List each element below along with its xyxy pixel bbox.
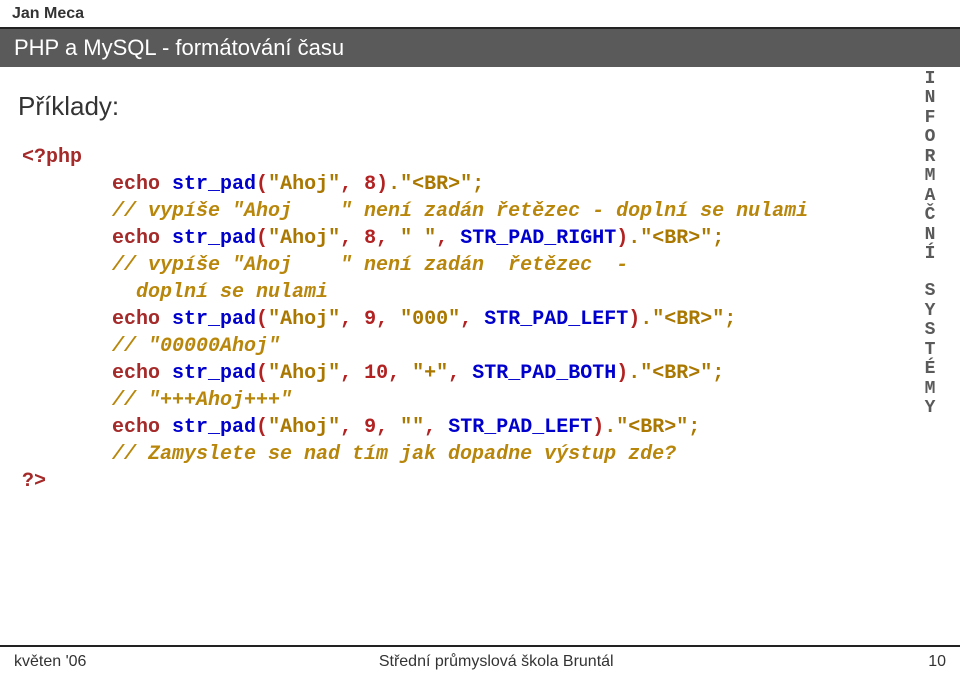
footer-school: Střední průmyslová škola Bruntál xyxy=(86,653,906,671)
code-string: ."<BR>"; xyxy=(388,173,484,196)
code-keyword: echo xyxy=(112,416,160,439)
code-punct: , xyxy=(460,308,472,331)
code-comment: // vypíše "Ahoj " není zadán řetězec - d… xyxy=(112,200,808,223)
code-const: STR_PAD_BOTH xyxy=(472,362,616,385)
code-comment: // Zamyslete se nad tím jak dopadne výst… xyxy=(112,443,676,466)
code-string: "Ahoj" xyxy=(268,308,340,331)
code-keyword: echo xyxy=(112,308,160,331)
code-const: STR_PAD_LEFT xyxy=(448,416,592,439)
code-punct: , xyxy=(340,362,352,385)
code-const: STR_PAD_LEFT xyxy=(484,308,628,331)
code-string: "Ahoj" xyxy=(268,173,340,196)
code-punct: ) xyxy=(592,416,604,439)
code-punct: ( xyxy=(256,362,268,385)
code-punct: , xyxy=(340,173,352,196)
code-punct: , xyxy=(340,308,352,331)
code-keyword: <?php xyxy=(22,146,82,169)
code-punct: , xyxy=(376,416,388,439)
code-func: str_pad xyxy=(172,173,256,196)
code-punct: , xyxy=(340,416,352,439)
code-number: 10 xyxy=(364,362,388,385)
code-string: "Ahoj" xyxy=(268,227,340,250)
code-string: "000" xyxy=(400,308,460,331)
code-func: str_pad xyxy=(172,362,256,385)
code-const: STR_PAD_RIGHT xyxy=(460,227,616,250)
code-string: ."<BR>"; xyxy=(628,227,724,250)
code-punct: , xyxy=(424,416,436,439)
code-punct: , xyxy=(388,362,400,385)
code-string: ."<BR>"; xyxy=(604,416,700,439)
code-string: "Ahoj" xyxy=(268,416,340,439)
code-punct: ) xyxy=(376,173,388,196)
subtitle: Příklady: xyxy=(18,91,960,122)
code-func: str_pad xyxy=(172,227,256,250)
code-punct: ) xyxy=(616,362,628,385)
code-number: 8 xyxy=(364,173,376,196)
code-keyword: echo xyxy=(112,227,160,250)
code-func: str_pad xyxy=(172,416,256,439)
code-punct: , xyxy=(448,362,460,385)
code-block: <?php echo str_pad("Ahoj", 8)."<BR>"; //… xyxy=(18,144,960,495)
code-keyword: echo xyxy=(112,362,160,385)
code-punct: , xyxy=(376,227,388,250)
code-string: "Ahoj" xyxy=(268,362,340,385)
footer-date: květen '06 xyxy=(14,653,86,671)
code-number: 8 xyxy=(364,227,376,250)
page-title: PHP a MySQL - formátování času xyxy=(0,29,960,67)
code-keyword: ?> xyxy=(22,470,46,493)
code-number: 9 xyxy=(364,416,376,439)
code-punct: , xyxy=(436,227,448,250)
code-punct: , xyxy=(340,227,352,250)
code-string: " " xyxy=(400,227,436,250)
footer: květen '06 Střední průmyslová škola Brun… xyxy=(0,645,960,679)
content-area: Příklady: <?php echo str_pad("Ahoj", 8).… xyxy=(0,67,960,495)
code-punct: , xyxy=(376,308,388,331)
code-keyword: echo xyxy=(112,173,160,196)
code-punct: ) xyxy=(628,308,640,331)
code-comment: // "00000Ahoj" xyxy=(112,335,280,358)
footer-page-number: 10 xyxy=(906,653,946,671)
code-comment: // "+++Ahoj+++" xyxy=(112,389,292,412)
code-number: 9 xyxy=(364,308,376,331)
author-name: Jan Meca xyxy=(0,0,960,23)
code-string: "" xyxy=(400,416,424,439)
code-comment: doplní se nulami xyxy=(136,281,328,304)
code-punct: ( xyxy=(256,416,268,439)
code-punct: ( xyxy=(256,227,268,250)
code-string: "+" xyxy=(412,362,448,385)
code-func: str_pad xyxy=(172,308,256,331)
code-punct: ( xyxy=(256,173,268,196)
code-punct: ) xyxy=(616,227,628,250)
code-string: ."<BR>"; xyxy=(640,308,736,331)
code-string: ."<BR>"; xyxy=(628,362,724,385)
code-comment: // vypíše "Ahoj " není zadán řetězec - xyxy=(112,254,628,277)
code-punct: ( xyxy=(256,308,268,331)
